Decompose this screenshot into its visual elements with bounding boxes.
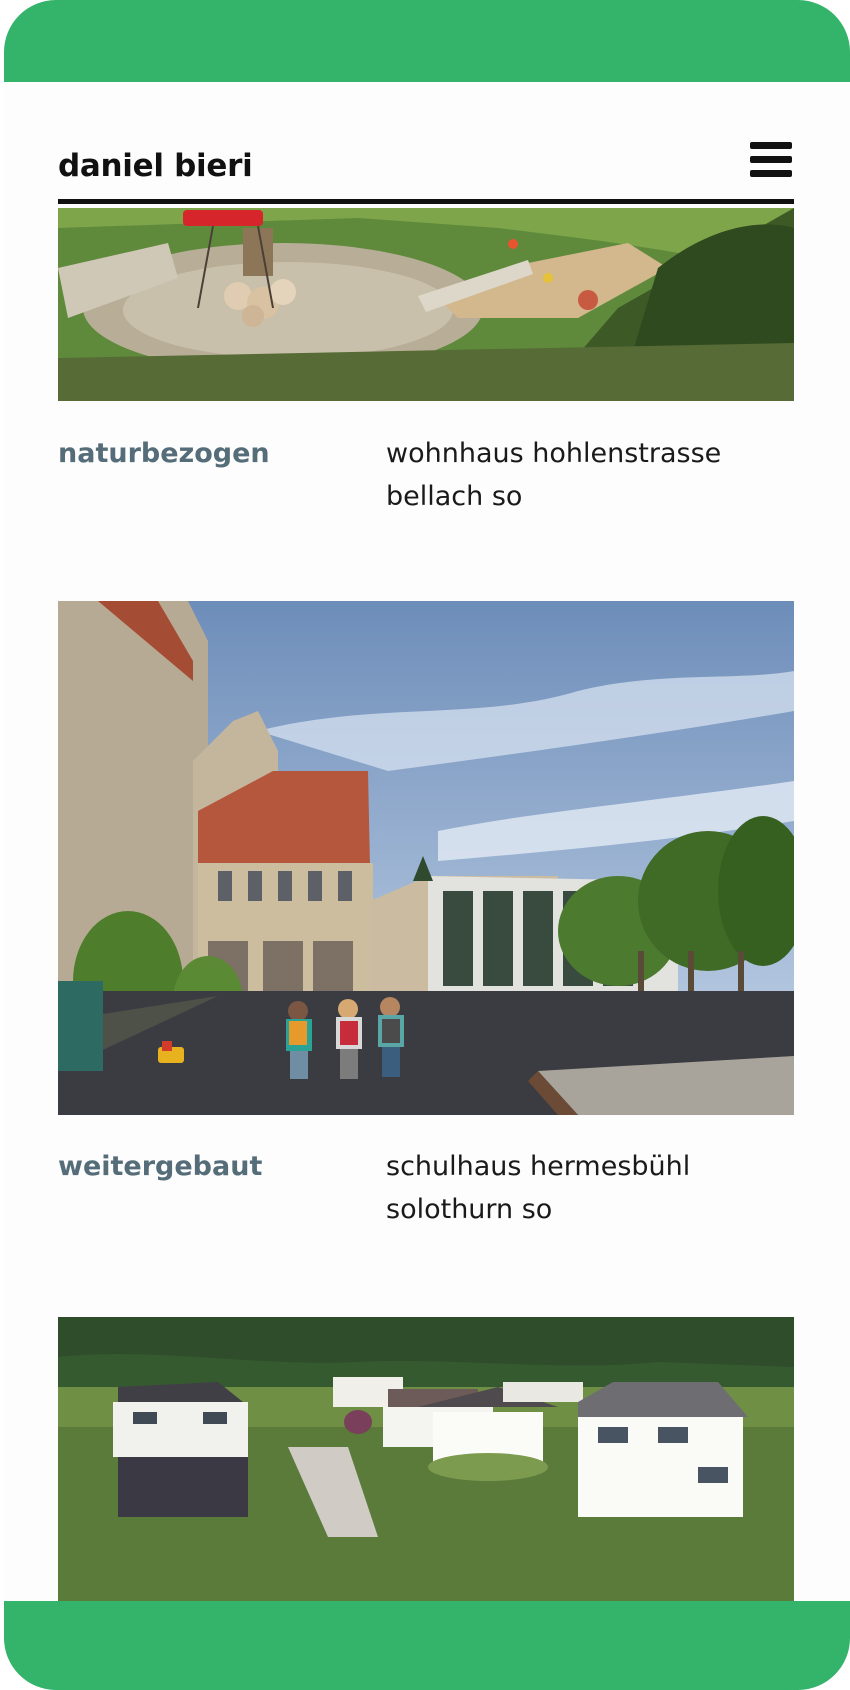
project-title[interactable]: schulhaus hermesbühl solothurn so	[386, 1145, 690, 1231]
device-frame-bottom	[4, 1601, 850, 1690]
site-header: daniel bieri	[58, 142, 794, 192]
project-category[interactable]: weitergebaut	[58, 1151, 262, 1182]
project-location-line: solothurn so	[386, 1194, 553, 1225]
project-title-line: wohnhaus hohlenstrasse	[386, 438, 722, 469]
site-logo[interactable]: daniel bieri	[58, 148, 253, 184]
project-title[interactable]: wohnhaus hohlenstrasse bellach so	[386, 432, 721, 518]
project-category[interactable]: naturbezogen	[58, 438, 270, 469]
project-title-line: schulhaus hermesbühl	[386, 1151, 691, 1182]
hamburger-menu-icon[interactable]	[750, 142, 792, 178]
device-frame-top	[4, 0, 850, 82]
project-photo-school[interactable]	[58, 601, 794, 1115]
page-viewport[interactable]: daniel bieri naturbezogen wohnhaus hohle…	[4, 82, 850, 1601]
project-location-line: bellach so	[386, 481, 523, 512]
project-photo-houses[interactable]	[58, 1317, 794, 1601]
project-photo-garden[interactable]	[58, 208, 794, 401]
header-divider	[58, 199, 794, 204]
